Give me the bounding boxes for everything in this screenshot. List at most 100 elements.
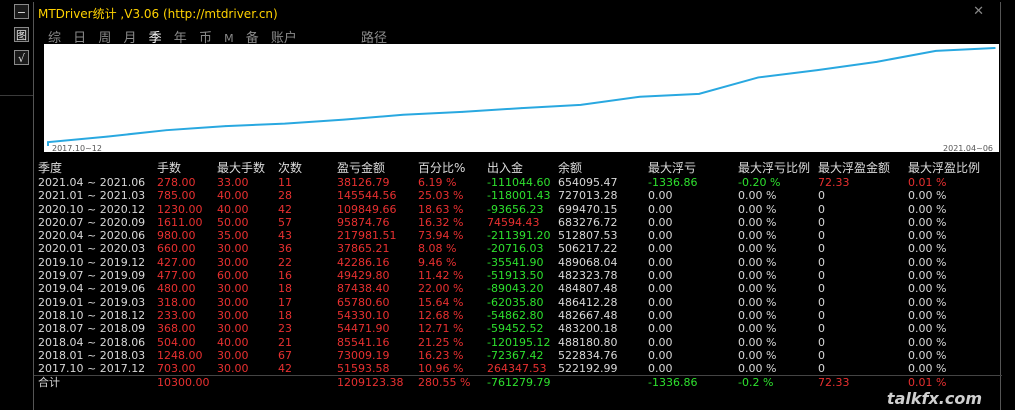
table-cell: 2018.10 ~ 2018.12 xyxy=(38,308,146,322)
table-cell: 488180.80 xyxy=(558,335,618,349)
table-cell: 278.00 xyxy=(157,176,196,189)
table-cell: 40.00 xyxy=(217,189,249,203)
equity-point xyxy=(106,135,108,138)
equity-point xyxy=(520,107,523,109)
table-row[interactable]: 2020.04 ~ 2020.06 980.00 35.00 43 217981.51 7… xyxy=(34,229,1002,242)
table-cell: 16.32 % xyxy=(418,215,464,229)
table-cell: 512807.53 xyxy=(558,229,618,243)
x-end-label: 2021.04~06 xyxy=(943,144,993,153)
column-header: 最大浮盈比例 xyxy=(908,161,981,175)
table-cell: 9.46 % xyxy=(418,255,457,269)
table-cell: 30.00 xyxy=(217,308,249,322)
table-row[interactable]: 2020.07 ~ 2020.09 1611.00 50.00 57 95874.76 1… xyxy=(34,216,1002,229)
table-row[interactable]: 2021.04 ~ 2021.06 278.00 33.00 11 38126.79 6.… xyxy=(34,176,1002,189)
table-cell: 73.94 % xyxy=(418,229,464,243)
table-cell: 0.00 % xyxy=(738,189,777,203)
table-cell: 2018.01 ~ 2018.03 xyxy=(38,348,146,362)
table-cell: -93656.23 xyxy=(487,202,544,216)
total-cell: 280.55 % xyxy=(418,376,471,390)
table-cell: 54471.90 xyxy=(337,322,390,336)
table-row[interactable]: 2018.04 ~ 2018.06 504.00 40.00 21 85541.16 21… xyxy=(34,336,1002,349)
table-cell: -111044.60 xyxy=(487,176,551,189)
table-cell: 0.00 % xyxy=(908,255,947,269)
table-cell: 16 xyxy=(278,269,292,283)
table-cell: 0.00 xyxy=(648,242,673,256)
table-cell: 8.08 % xyxy=(418,242,457,256)
table-row[interactable]: 2019.01 ~ 2019.03 318.00 30.00 17 65780.60 15… xyxy=(34,296,1002,309)
table-cell: 0.00 % xyxy=(908,362,947,376)
table-cell: 0 xyxy=(818,269,825,283)
table-cell: 18 xyxy=(278,282,292,296)
table-cell: 6.19 % xyxy=(418,176,457,189)
total-cell: -761279.79 xyxy=(487,376,551,390)
total-row: 合计 10300.00 1209123.38 280.55 % -761279.79 -1… xyxy=(34,375,1002,389)
total-cell: -0.2 % xyxy=(738,376,774,390)
table-cell: 368.00 xyxy=(157,322,196,336)
table-cell: 2017.10 ~ 2017.12 xyxy=(38,362,146,376)
table-row[interactable]: 2019.04 ~ 2019.06 480.00 30.00 18 87438.40 22… xyxy=(34,282,1002,295)
table-cell: 0.00 % xyxy=(738,242,777,256)
table-cell: 0.00 % xyxy=(908,189,947,203)
table-cell: 22.00 % xyxy=(418,282,464,296)
table-cell: 12.68 % xyxy=(418,308,464,322)
stats-panel: MTDriver统计 ,V3.06 (http://mtdriver.cn) ✕… xyxy=(33,2,1002,410)
equity-point xyxy=(461,111,464,113)
table-row[interactable]: 2019.07 ~ 2019.09 477.00 60.00 16 49429.80 11… xyxy=(34,269,1002,282)
table-cell: 0.00 xyxy=(648,215,673,229)
table-cell: 0.00 % xyxy=(738,215,777,229)
table-cell: 1248.00 xyxy=(157,348,203,362)
table-cell: 23 xyxy=(278,322,292,336)
table-cell: 0.00 % xyxy=(738,322,777,336)
table-cell: 0.00 % xyxy=(738,255,777,269)
table-row[interactable]: 2018.01 ~ 2018.03 1248.00 30.00 67 73009.19 1… xyxy=(34,349,1002,362)
table-cell: 0.00 % xyxy=(908,202,947,216)
table-cell: 2020.01 ~ 2020.03 xyxy=(38,242,146,256)
equity-point xyxy=(165,129,168,131)
table-cell: 0.00 % xyxy=(908,282,947,296)
table-cell: 25.03 % xyxy=(418,189,464,203)
table-cell: 0 xyxy=(818,242,825,256)
table-row[interactable]: 2019.10 ~ 2019.12 427.00 30.00 22 42286.16 9.… xyxy=(34,256,1002,269)
equity-point xyxy=(816,69,819,71)
table-row[interactable]: 2018.07 ~ 2018.09 368.00 30.00 23 54471.90 12… xyxy=(34,322,1002,335)
table-cell: -20716.03 xyxy=(487,242,544,256)
close-icon[interactable]: ✕ xyxy=(973,4,984,19)
equity-line xyxy=(47,47,996,146)
left-toolbar: − 图 √ xyxy=(0,0,33,410)
table-cell: 12.71 % xyxy=(418,322,464,336)
table-cell: 65780.60 xyxy=(337,295,390,309)
table-cell: 489068.04 xyxy=(558,255,618,269)
table-cell: 0 xyxy=(818,255,825,269)
stats-table: 季度 手数 最大手数 次数 盈亏金额 百分比% 出入金 余额 最大浮亏 最大浮亏比例 最大浮盈金额 最… xyxy=(34,160,1002,390)
equity-point xyxy=(343,118,345,121)
chart-toggle-button[interactable]: 图 xyxy=(14,27,29,42)
table-cell: 18.63 % xyxy=(418,202,464,216)
table-cell: 85541.16 xyxy=(337,335,390,349)
table-cell: 217981.51 xyxy=(337,229,397,243)
table-cell: 30.00 xyxy=(217,362,249,376)
table-cell: 21 xyxy=(278,335,292,349)
check-button[interactable]: √ xyxy=(14,50,29,65)
table-cell: 2019.07 ~ 2019.09 xyxy=(38,269,146,283)
table-cell: 42286.16 xyxy=(337,255,390,269)
table-cell: -211391.20 xyxy=(487,229,551,243)
table-row[interactable]: 2018.10 ~ 2018.12 233.00 30.00 18 54330.10 12… xyxy=(34,309,1002,322)
total-cell: -1336.86 xyxy=(648,376,698,390)
table-cell: 43 xyxy=(278,229,292,243)
minimize-button[interactable]: − xyxy=(14,4,29,19)
table-row[interactable]: 2017.10 ~ 2017.12 703.00 30.00 42 51593.58 10… xyxy=(34,362,1002,375)
table-row[interactable]: 2021.01 ~ 2021.03 785.00 40.00 28 145544.56 2… xyxy=(34,189,1002,202)
total-cell: 72.33 xyxy=(818,376,850,390)
table-cell: 0.00 xyxy=(648,282,673,296)
table-cell: 22 xyxy=(278,255,292,269)
table-cell: 21.25 % xyxy=(418,335,464,349)
window-title: MTDriver统计 ,V3.06 (http://mtdriver.cn) xyxy=(38,7,278,21)
table-row[interactable]: 2020.10 ~ 2020.12 1230.00 40.00 42 109849.66… xyxy=(34,203,1002,216)
table-row[interactable]: 2020.01 ~ 2020.03 660.00 30.00 36 37865.21 8.… xyxy=(34,242,1002,255)
table-cell: 0.00 xyxy=(648,348,673,362)
total-cell: 0.01 % xyxy=(908,376,947,390)
table-cell: 2018.04 ~ 2018.06 xyxy=(38,335,146,349)
table-cell: -0.20 % xyxy=(738,176,781,189)
table-cell: 51593.58 xyxy=(337,362,390,376)
table-cell: 30.00 xyxy=(217,322,249,336)
